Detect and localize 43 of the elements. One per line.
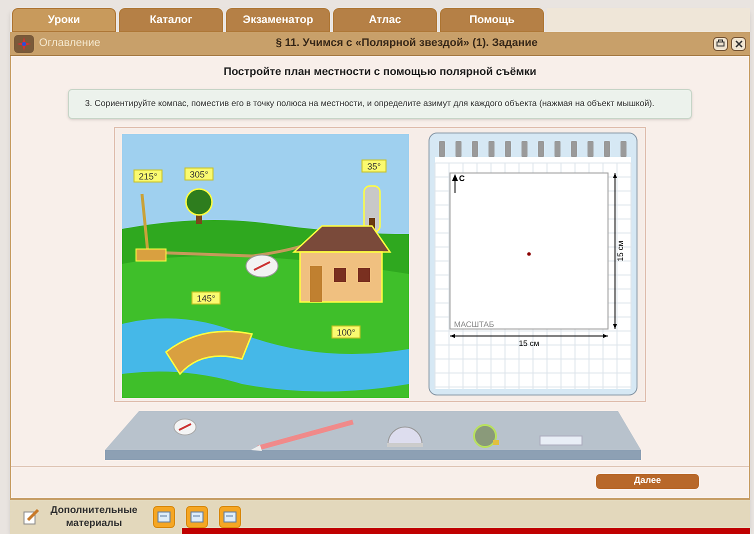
well[interactable] <box>136 193 166 261</box>
tab[interactable]: Атлас <box>333 8 437 32</box>
azimuth-label: 145° <box>192 291 220 304</box>
window-title: § 11. Учимся с «Полярной звездой» (1). Задание <box>274 36 539 52</box>
task-heading: Постройте план местности с помощью полярной съёмки <box>224 65 536 80</box>
azimuth-label: 305° <box>184 167 214 180</box>
azimuth-label: 100° <box>332 325 360 338</box>
material-button[interactable] <box>153 506 175 528</box>
height-label: 15 см <box>616 240 625 261</box>
tree[interactable] <box>185 188 213 224</box>
house[interactable] <box>292 224 392 302</box>
materials-label: Дополнительные материалы <box>50 504 138 530</box>
material-button[interactable] <box>219 506 241 528</box>
silo[interactable] <box>363 184 381 232</box>
tab[interactable]: Экзаменатор <box>226 8 330 32</box>
printer-icon <box>716 39 725 48</box>
protractor-icon[interactable] <box>387 426 423 446</box>
close-button[interactable] <box>731 36 746 50</box>
document-icon <box>190 511 204 523</box>
print-button[interactable] <box>713 36 728 50</box>
scale-label: МАСШТАБ <box>454 320 494 328</box>
document-icon <box>157 511 171 523</box>
tab[interactable]: Уроки <box>12 8 116 32</box>
north-label: С <box>459 174 465 182</box>
azimuth-label: 35° <box>362 159 386 172</box>
width-label: 15 см <box>518 338 540 348</box>
compass-icon[interactable] <box>246 254 278 277</box>
document-icon <box>223 511 237 523</box>
north-arrow <box>452 174 458 193</box>
next-button[interactable]: Далее <box>596 474 699 488</box>
tape-measure-icon[interactable] <box>473 424 499 448</box>
azimuth-label: 215° <box>134 169 162 182</box>
bridge[interactable] <box>165 330 253 374</box>
instruction-box: 3. Сориентируйте компас, поместив его в точку полюса на местности, и определите азимут для каждого объекта (нажмая на объект мышкой). <box>68 88 692 118</box>
table-of-contents-link[interactable]: Оглавление <box>39 35 100 52</box>
tab[interactable]: Помощь <box>440 8 544 32</box>
compass-icon[interactable] <box>174 418 196 435</box>
material-button[interactable] <box>186 506 208 528</box>
pencil-paper-icon <box>22 508 40 526</box>
tab[interactable]: Каталог <box>119 8 223 32</box>
close-icon <box>734 40 742 48</box>
table-of-contents-icon <box>14 34 34 52</box>
ruler-icon[interactable] <box>540 435 582 445</box>
